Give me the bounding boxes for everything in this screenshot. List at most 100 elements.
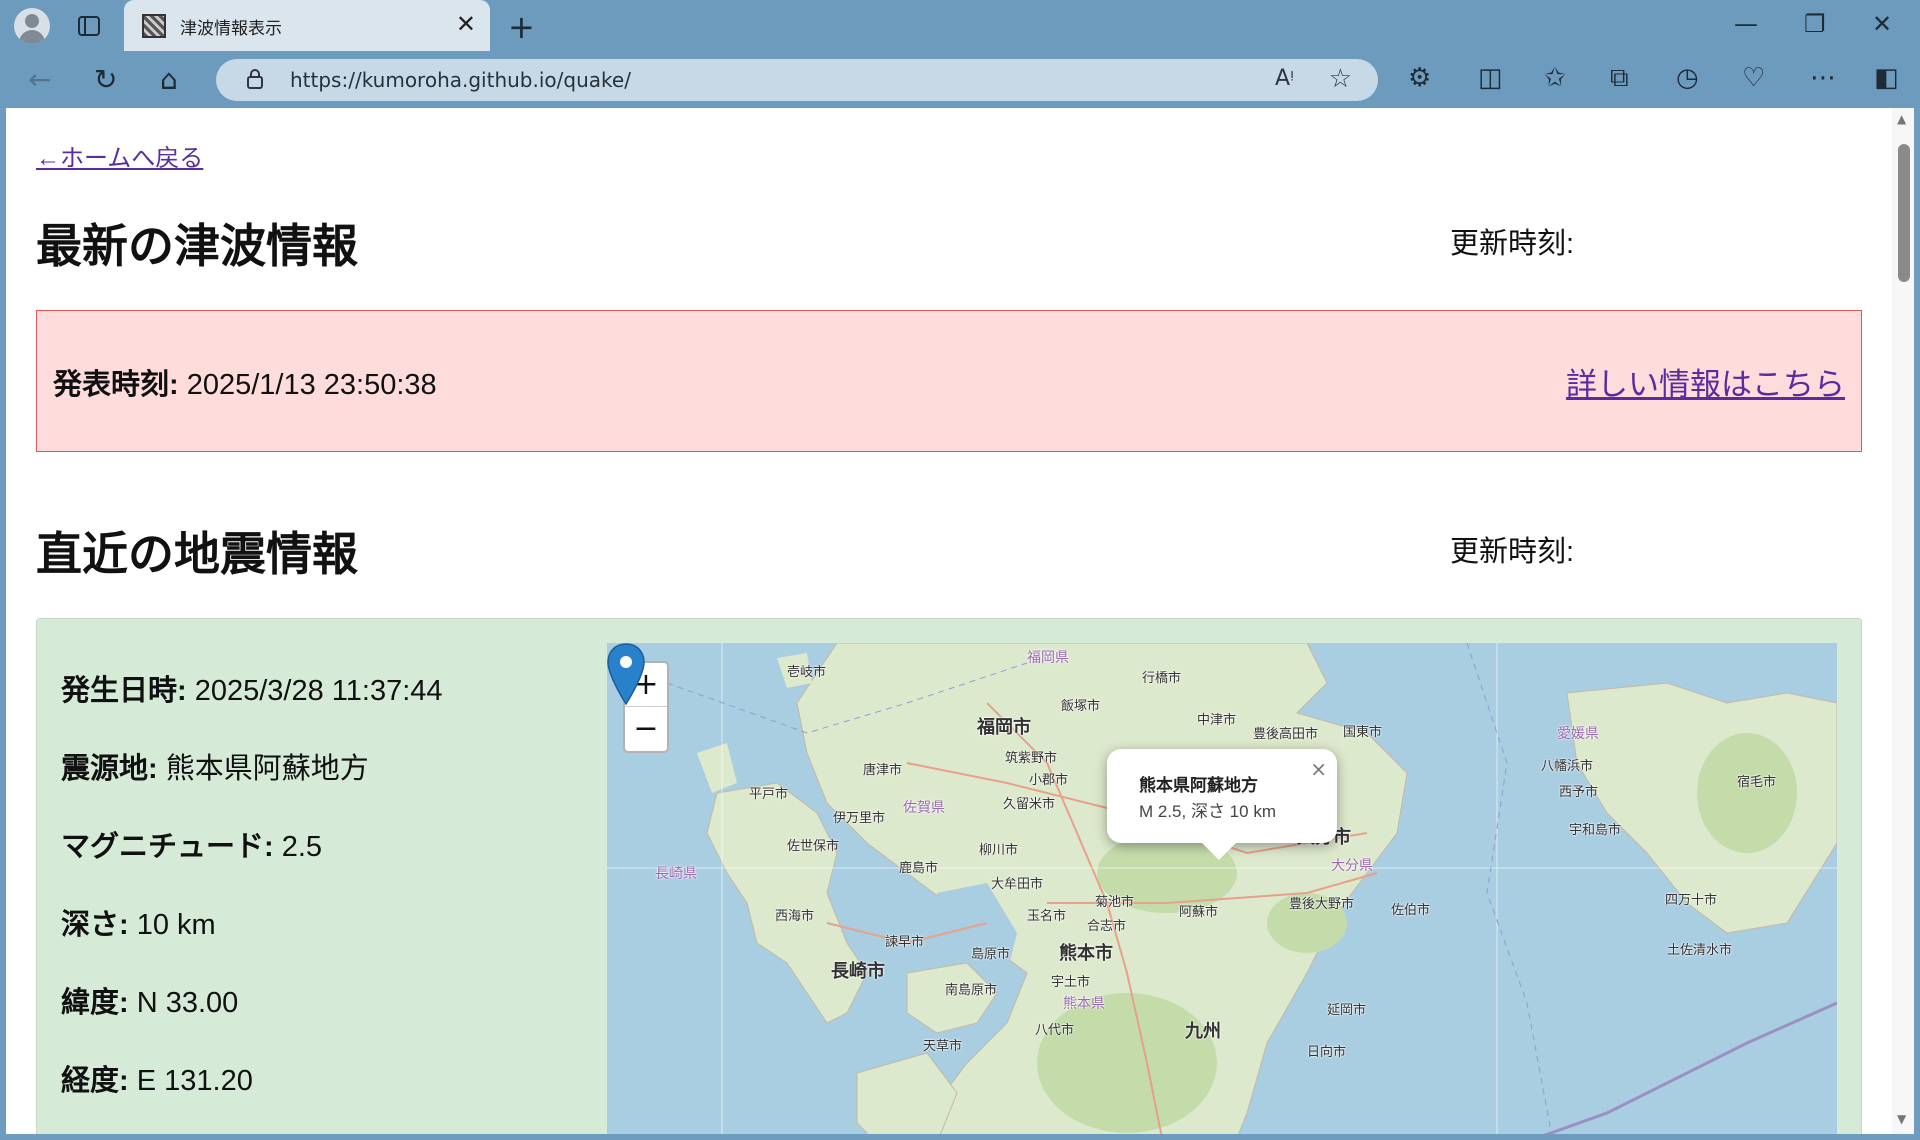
vertical-scrollbar[interactable]: ▲ ▼ [1892, 108, 1914, 1134]
map-label-nagasaki-pref: 長崎県 [655, 865, 697, 881]
latitude-label: 緯度: [61, 987, 129, 1019]
minimize-icon[interactable]: — [1734, 10, 1758, 38]
active-tab[interactable]: 津波情報表示 ✕ [124, 0, 490, 51]
tab-title: 津波情報表示 [180, 19, 282, 39]
map-label-yatsushiro: 八代市 [1035, 1022, 1075, 1037]
longitude-value: E 131.20 [136, 1065, 253, 1097]
epicenter-map[interactable]: + − 壱岐市 福岡県 行橋市 福岡市 飯塚市 中津市 豊後高田市 国東市 唐津… [607, 643, 1837, 1134]
map-label-uto: 宇土市 [1051, 974, 1091, 989]
map-label-nakatsu: 中津市 [1197, 712, 1237, 727]
map-label-kunisaki: 国東市 [1343, 724, 1383, 739]
zoom-out-button[interactable]: − [625, 707, 667, 751]
map-label-saga-pref: 佐賀県 [903, 799, 945, 815]
map-label-kurume: 久留米市 [1003, 796, 1056, 811]
map-label-saikai: 西海市 [775, 908, 815, 923]
occurred-value: 2025/3/28 11:37:44 [194, 675, 443, 707]
tab-actions-icon[interactable] [76, 13, 102, 39]
tsunami-issued: 発表時刻: 2025/1/13 23:50:38 [53, 361, 437, 403]
magnitude-label: マグニチュード: [61, 831, 274, 863]
map-label-isahaya: 諫早市 [885, 934, 925, 949]
map-label-koshi: 合志市 [1087, 918, 1127, 933]
profile-avatar-icon[interactable] [14, 8, 50, 44]
map-label-bungoono: 豊後大野市 [1289, 896, 1355, 911]
map-label-uwajima: 宇和島市 [1569, 822, 1622, 837]
browser-essentials-icon[interactable]: ♡ [1742, 63, 1765, 93]
quake-epicenter: 震源地: 熊本県阿蘇地方 [61, 745, 369, 787]
occurred-label: 発生日時: [61, 675, 187, 707]
longitude-label: 経度: [61, 1065, 129, 1097]
title-bar: 津波情報表示 ✕ + — ❐ ✕ [0, 0, 1920, 51]
home-icon[interactable]: ⌂ [160, 63, 178, 96]
quake-info-box: 発生日時: 2025/3/28 11:37:44 震源地: 熊本県阿蘇地方 マグ… [36, 618, 1862, 1134]
browser-toolbar: ← ↻ ⌂ https://kumoroha.github.io/quake/ … [0, 51, 1920, 108]
map-label-kumamoto-pref: 熊本県 [1063, 995, 1105, 1011]
read-aloud-icon[interactable]: Aᵎ [1275, 66, 1294, 91]
more-menu-icon[interactable]: ⋯ [1810, 63, 1836, 93]
popup-title: 熊本県阿蘇地方 [1139, 776, 1258, 795]
tab-favicon-icon [142, 14, 166, 38]
map-label-omuta: 大牟田市 [991, 876, 1044, 891]
popup-close-icon[interactable]: × [1310, 757, 1327, 781]
map-label-nobeoka: 延岡市 [1327, 1002, 1367, 1017]
epicenter-label: 震源地: [61, 753, 158, 785]
map-label-aso: 阿蘇市 [1179, 904, 1219, 919]
new-tab-icon[interactable]: + [508, 8, 535, 46]
map-label-oita-pref: 大分県 [1331, 857, 1373, 873]
tsunami-info-box: 発表時刻: 2025/1/13 23:50:38 詳しい情報はこちら [36, 310, 1862, 452]
sidebar-toggle-icon[interactable]: ◧ [1874, 63, 1899, 93]
map-label-ogori: 小郡市 [1029, 772, 1069, 787]
reload-icon[interactable]: ↻ [94, 63, 117, 96]
map-label-tamana: 玉名市 [1027, 908, 1067, 923]
magnitude-value: 2.5 [281, 831, 323, 863]
scroll-up-icon[interactable]: ▲ [1897, 112, 1906, 126]
map-label-tosashimizu: 土佐清水市 [1667, 942, 1733, 957]
map-label-iizuka: 飯塚市 [1061, 698, 1101, 713]
quake-occurred: 発生日時: 2025/3/28 11:37:44 [61, 667, 443, 709]
tsunami-details-link[interactable]: 詳しい情報はこちら [1566, 359, 1845, 404]
split-screen-icon[interactable]: ◫ [1478, 63, 1503, 93]
back-arrow-icon[interactable]: ← [28, 63, 51, 96]
quake-magnitude: マグニチュード: 2.5 [61, 823, 322, 865]
tsunami-heading: 最新の津波情報 [36, 220, 358, 272]
epicenter-popup: 熊本県阿蘇地方 M 2.5, 深さ 10 km × [1107, 749, 1337, 860]
collections-icon[interactable]: ⧉ [1610, 63, 1629, 94]
popup-info: M 2.5, 深さ 10 km [1139, 802, 1276, 821]
scroll-down-icon[interactable]: ▼ [1897, 1112, 1906, 1126]
tsunami-issued-label: 発表時刻: [53, 369, 179, 401]
tsunami-updated-label: 更新時刻: [1450, 228, 1575, 260]
map-label-saiki: 佐伯市 [1391, 902, 1431, 917]
tsunami-issued-value: 2025/1/13 23:50:38 [186, 369, 437, 401]
scrollbar-thumb[interactable] [1898, 144, 1910, 282]
map-label-amakusa: 天草市 [923, 1038, 963, 1053]
map-label-kikuchi: 菊池市 [1095, 894, 1135, 909]
extensions-icon[interactable]: ⚙ [1408, 63, 1431, 93]
restore-icon[interactable]: ❐ [1804, 10, 1826, 38]
url-text[interactable]: https://kumoroha.github.io/quake/ [290, 68, 631, 92]
favorite-star-icon[interactable]: ☆ [1329, 64, 1352, 94]
map-label-nagasaki: 長崎市 [831, 961, 885, 981]
map-label-hyuga: 日向市 [1307, 1044, 1347, 1059]
map-label-sukumo: 宿毛市 [1737, 774, 1777, 789]
favorites-icon[interactable]: ✩ [1544, 63, 1566, 93]
map-label-fukuoka-pref: 福岡県 [1027, 649, 1069, 665]
map-label-yanagawa: 柳川市 [979, 842, 1019, 857]
quake-latitude: 緯度: N 33.00 [61, 979, 238, 1021]
map-label-kumamoto: 熊本市 [1059, 943, 1113, 963]
depth-label: 深さ: [61, 909, 129, 941]
map-label-seiyo: 西予市 [1559, 784, 1599, 799]
lock-icon[interactable] [246, 69, 264, 89]
window-close-icon[interactable]: ✕ [1872, 10, 1892, 38]
map-label-fukuoka: 福岡市 [977, 717, 1031, 737]
map-label-shimanto: 四万十市 [1665, 892, 1718, 907]
quake-updated-label: 更新時刻: [1450, 536, 1575, 568]
back-home-link[interactable]: ←ホームへ戻る [36, 138, 203, 173]
map-label-karatsu: 唐津市 [863, 762, 903, 777]
epicenter-marker-icon[interactable] [607, 643, 645, 705]
close-tab-icon[interactable]: ✕ [456, 10, 476, 38]
quake-longitude: 経度: E 131.20 [61, 1057, 253, 1099]
page-viewport: ←ホームへ戻る 最新の津波情報 更新時刻: 発表時刻: 2025/1/13 23… [6, 108, 1914, 1134]
quake-depth: 深さ: 10 km [61, 901, 216, 943]
map-label-kyushu: 九州 [1185, 1021, 1221, 1041]
address-bar[interactable]: https://kumoroha.github.io/quake/ Aᵎ ☆ [216, 59, 1378, 101]
history-icon[interactable]: ◷ [1676, 63, 1699, 93]
